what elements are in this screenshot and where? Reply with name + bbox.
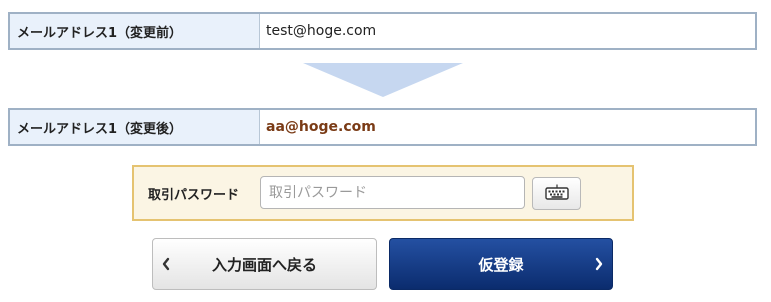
email-before-label: メールアドレス1（変更前） <box>10 14 260 48</box>
software-keyboard-button[interactable] <box>532 177 581 210</box>
down-arrow-icon <box>303 63 463 97</box>
email-after-value: aa@hoge.com <box>266 119 376 135</box>
chevron-left-icon <box>161 257 171 271</box>
submit-button-label: 仮登録 <box>478 255 524 274</box>
back-to-input-button[interactable]: 入力画面へ戻る <box>152 238 377 290</box>
email-after-row: メールアドレス1（変更後） aa@hoge.com <box>8 108 757 146</box>
password-panel: 取引パスワード <box>132 165 634 221</box>
email-before-value: test@hoge.com <box>266 23 377 39</box>
chevron-right-icon <box>594 257 604 271</box>
email-before-row: メールアドレス1（変更前） test@hoge.com <box>8 12 757 50</box>
back-button-label: 入力画面へ戻る <box>211 255 317 274</box>
password-input[interactable] <box>260 176 525 209</box>
email-after-label: メールアドレス1（変更後） <box>10 110 260 144</box>
password-label: 取引パスワード <box>148 188 240 203</box>
keyboard-icon <box>544 184 569 204</box>
provisional-register-button[interactable]: 仮登録 <box>389 238 613 290</box>
